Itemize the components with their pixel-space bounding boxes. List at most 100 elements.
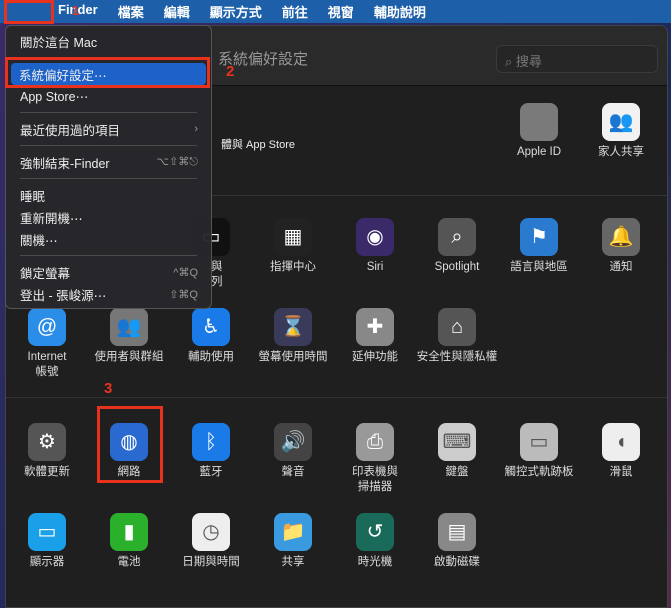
menu-item[interactable]: 睡眠 <box>6 184 211 206</box>
menu-item-label: 鎖定螢幕 <box>20 266 71 281</box>
flag-icon: ⚑ <box>520 218 558 256</box>
at-icon: @ <box>28 308 66 346</box>
pref-pane-label: 電池 <box>117 556 141 568</box>
gear-icon: ⚙ <box>28 423 66 461</box>
pref-pane-label: Spotlight <box>434 261 480 273</box>
menubar-item[interactable]: 檔案 <box>108 2 154 21</box>
mouse-icon: ◖ <box>602 423 640 461</box>
apple-icon <box>520 103 558 141</box>
menu-item-label: 關機⋯ <box>20 233 58 248</box>
pref-pane-label: 延伸功能 <box>352 351 398 363</box>
menu-separator <box>20 255 197 256</box>
annotation-1: 1 <box>72 3 80 18</box>
menu-item[interactable]: 關機⋯ <box>6 228 211 250</box>
keyboard-icon: ⌨ <box>438 423 476 461</box>
pref-pane[interactable]: 🔔 通知 <box>580 218 662 275</box>
family-icon: 👥 <box>602 103 640 141</box>
bell-icon: 🔔 <box>602 218 640 256</box>
pref-pane[interactable]: ⎙ 印表機與 掃描器 <box>334 423 416 495</box>
search-input[interactable]: ⌕ 搜尋 <box>496 45 658 73</box>
pref-pane-label: 藍牙 <box>199 466 223 478</box>
menu-item-label: App Store⋯ <box>20 89 89 104</box>
menubar-item[interactable]: 視窗 <box>318 2 364 21</box>
pref-pane-label: 安全性與隱私權 <box>416 351 498 363</box>
annotation-2: 2 <box>226 63 235 80</box>
menu-item[interactable]: 鎖定螢幕 ^⌘Q <box>6 261 211 283</box>
pref-pane[interactable]: ⌂ 安全性與隱私權 <box>416 308 498 365</box>
pref-pane[interactable]: ⌛ 螢幕使用時間 <box>252 308 334 365</box>
pref-pane[interactable]: ⚙ 軟體更新 <box>6 423 88 480</box>
menu-shortcut: ⌥⇧⌘⎋ <box>156 156 198 168</box>
menubar-item[interactable]: 輔助說明 <box>364 2 436 21</box>
highlight-box-apple <box>4 0 54 24</box>
pref-pane-label: 日期與時間 <box>182 556 240 568</box>
puzzle-icon: ✚ <box>356 308 394 346</box>
pref-pane-label: 螢幕使用時間 <box>258 351 328 363</box>
pref-pane[interactable]: Apple ID <box>498 103 580 160</box>
menu-item[interactable]: 重新開機⋯ <box>6 206 211 228</box>
menu-item-label: 重新開機⋯ <box>20 211 83 226</box>
pref-pane-label: 家人共享 <box>598 146 644 158</box>
pref-pane[interactable]: ᛒ 藍牙 <box>170 423 252 480</box>
battery-icon: ▮ <box>110 513 148 551</box>
pref-pane-label: 指揮中心 <box>270 261 316 273</box>
menu-item-label: 睡眠 <box>20 189 46 204</box>
pref-pane[interactable]: ▦ 指揮中心 <box>252 218 334 275</box>
menu-shortcut: ^⌘Q <box>173 266 198 279</box>
pref-pane[interactable]: ▤ 啟動磁碟 <box>416 513 498 570</box>
folder-icon: 📁 <box>274 513 312 551</box>
pref-pane[interactable]: 👥 家人共享 <box>580 103 662 160</box>
menubar-item[interactable]: 前往 <box>272 2 318 21</box>
highlight-box-network <box>97 406 163 483</box>
clock-icon: ◷ <box>192 513 230 551</box>
pref-pane[interactable]: ◖ 滑鼠 <box>580 423 662 480</box>
pref-pane[interactable]: ▭ 觸控式軌跡板 <box>498 423 580 480</box>
menu-separator <box>20 178 197 179</box>
accessibility-icon: ♿ <box>192 308 230 346</box>
menu-bar: Finder 檔案 編輯 顯示方式 前往 視窗 輔助說明 <box>0 0 671 23</box>
menu-item[interactable]: 強制結束-Finder ⌥⇧⌘⎋ <box>6 151 211 173</box>
display-icon: ▭ <box>28 513 66 551</box>
pref-pane-label: 語言與地區 <box>510 261 568 273</box>
menu-item-label: 強制結束-Finder <box>20 156 110 171</box>
pref-pane-label: 啟動磁碟 <box>434 556 480 568</box>
pref-pane-label: 軟體更新 <box>24 466 70 478</box>
disk-icon: ▤ <box>438 513 476 551</box>
pref-pane-label: 印表機與 掃描器 <box>352 466 398 493</box>
menu-item[interactable]: 最近使用過的項目 › <box>6 118 211 140</box>
house-lock-icon: ⌂ <box>438 308 476 346</box>
pref-pane[interactable]: 👥 使用者與群組 <box>88 308 170 365</box>
search-placeholder: 搜尋 <box>515 54 542 69</box>
pref-pane-label: Apple ID <box>516 146 562 158</box>
pref-pane-label: Siri <box>366 261 384 273</box>
pref-pane[interactable]: ◷ 日期與時間 <box>170 513 252 570</box>
menubar-item[interactable]: 編輯 <box>154 2 200 21</box>
pref-pane[interactable]: ◉ Siri <box>334 218 416 275</box>
pref-pane[interactable]: ⌕ Spotlight <box>416 218 498 275</box>
menu-item[interactable]: 登出 - 張峻源⋯ ⇧⌘Q <box>6 283 211 305</box>
menu-item[interactable]: 關於這台 Mac <box>6 30 211 52</box>
pref-pane[interactable]: ✚ 延伸功能 <box>334 308 416 365</box>
pref-pane[interactable]: 🔊 聲音 <box>252 423 334 480</box>
pref-pane[interactable]: 📁 共享 <box>252 513 334 570</box>
pref-pane[interactable]: @ Internet 帳號 <box>6 308 88 380</box>
pref-pane[interactable]: ▭ 顯示器 <box>6 513 88 570</box>
pref-pane-label: 鍵盤 <box>445 466 469 478</box>
trackpad-icon: ▭ <box>520 423 558 461</box>
pref-pane[interactable]: ⌨ 鍵盤 <box>416 423 498 480</box>
users-icon: 👥 <box>110 308 148 346</box>
pref-pane[interactable]: ⚑ 語言與地區 <box>498 218 580 275</box>
pref-pane-label: 滑鼠 <box>609 466 633 478</box>
time-machine-icon: ↺ <box>356 513 394 551</box>
menu-shortcut: ⇧⌘Q <box>169 288 198 301</box>
mission-control-icon: ▦ <box>274 218 312 256</box>
spotlight-icon: ⌕ <box>438 218 476 256</box>
pref-pane-label: 共享 <box>281 556 305 568</box>
pref-pane[interactable]: ↺ 時光機 <box>334 513 416 570</box>
menubar-item[interactable]: 顯示方式 <box>200 2 272 21</box>
menu-item[interactable]: App Store⋯ <box>6 85 211 107</box>
pref-pane[interactable]: ▮ 電池 <box>88 513 170 570</box>
pref-pane[interactable]: ♿ 輔助使用 <box>170 308 252 365</box>
menu-shortcut: › <box>194 123 198 135</box>
annotation-3: 3 <box>104 380 113 397</box>
